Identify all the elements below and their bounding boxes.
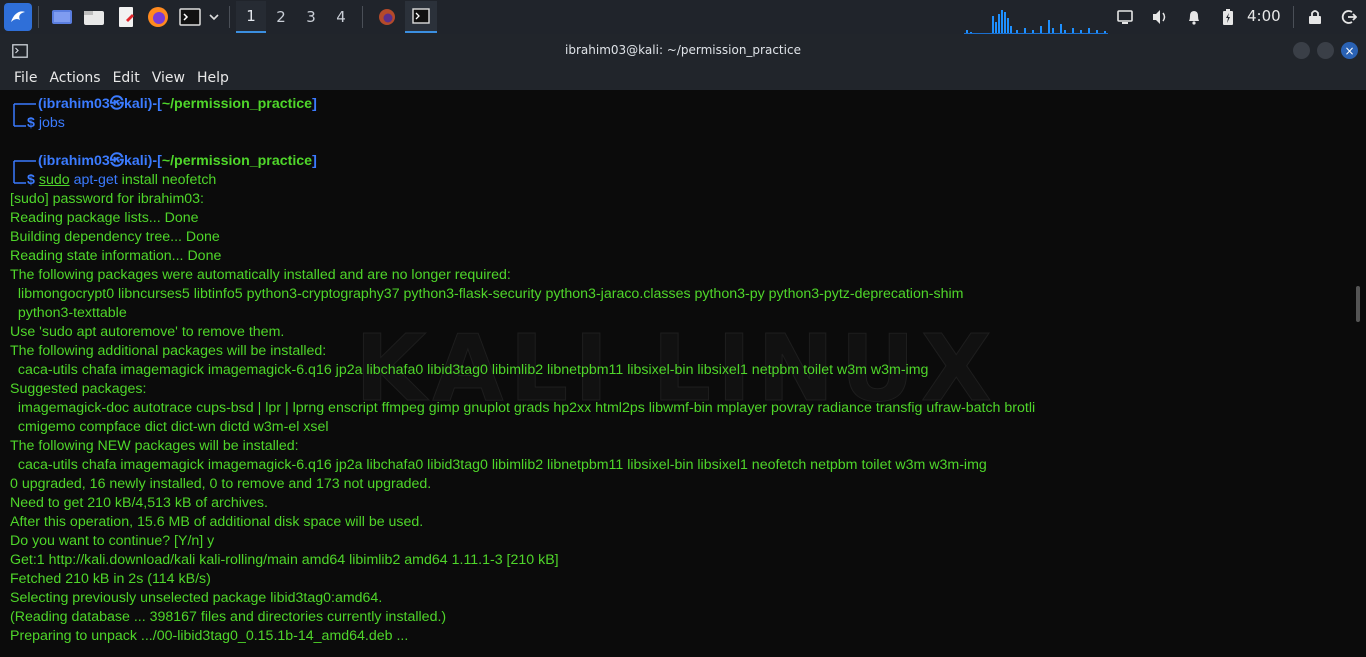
notifications-bell-icon[interactable]	[1184, 7, 1204, 27]
prompt-paren: )-[	[147, 153, 162, 169]
prompt-at: ㉿	[109, 153, 124, 169]
prompt-host: kali	[123, 153, 148, 169]
window-title: ibrahim03@kali: ~/permission_practice	[565, 43, 801, 57]
prompt-user: ibrahim03	[42, 96, 110, 112]
window-titlebar[interactable]: ibrahim03@kali: ~/permission_practice ×	[0, 34, 1366, 66]
command-sudo: sudo	[38, 172, 70, 188]
volume-icon[interactable]	[1150, 7, 1170, 27]
output-line: imagemagick-doc autotrace cups-bsd | lpr…	[10, 400, 1036, 416]
command-text: jobs	[38, 115, 65, 131]
output-line: Suggested packages:	[10, 381, 147, 397]
close-button[interactable]: ×	[1341, 42, 1358, 59]
workspace-2[interactable]: 2	[266, 1, 296, 33]
workspace-3[interactable]: 3	[296, 1, 326, 33]
panel-separator	[38, 6, 39, 28]
output-line: caca-utils chafa imagemagick imagemagick…	[10, 362, 929, 378]
menu-edit[interactable]: Edit	[113, 70, 140, 86]
prompt-at: ㉿	[109, 96, 124, 112]
minimize-button[interactable]	[1293, 42, 1310, 59]
workspace-1[interactable]: 1	[236, 1, 266, 33]
output-line: Do you want to continue? [Y/n] y	[10, 533, 215, 549]
output-line: Fetched 210 kB in 2s (114 kB/s)	[10, 571, 211, 587]
output-line: The following NEW packages will be insta…	[10, 438, 299, 454]
panel-separator	[1293, 6, 1294, 28]
cpu-graph-icon[interactable]	[964, 6, 1108, 34]
text-editor-icon[interactable]	[111, 2, 141, 32]
chevron-down-icon[interactable]	[205, 2, 223, 32]
menu-view[interactable]: View	[152, 70, 185, 86]
output-line: Preparing to unpack .../00-libid3tag0_0.…	[10, 628, 409, 644]
output-line: Reading package lists... Done	[10, 210, 199, 226]
output-line: (Reading database ... 398167 files and d…	[10, 609, 447, 625]
file-manager-icon[interactable]	[79, 2, 109, 32]
command-line: $ jobs	[27, 114, 65, 133]
panel-separator	[362, 6, 363, 28]
output-line: Use 'sudo apt autoremove' to remove them…	[10, 324, 285, 340]
terminal-task-button[interactable]	[405, 1, 437, 33]
logout-icon[interactable]	[1339, 7, 1359, 27]
display-icon[interactable]	[1115, 7, 1135, 27]
prompt-host: kali	[123, 96, 148, 112]
output-line: [sudo] password for ibrahim03:	[10, 191, 204, 207]
prompt-user: ibrahim03	[42, 153, 110, 169]
prompt-line: (ibrahim03㉿kali)-[~/permission_practice]	[38, 152, 317, 171]
output-line: Need to get 210 kB/4,513 kB of archives.	[10, 495, 268, 511]
terminal-view[interactable]: KALI LINUX (ibrahim03㉿kali)-[~/permissio…	[0, 90, 1366, 657]
top-panel: 1 2 3 4 4:00	[0, 0, 1366, 34]
scrollbar[interactable]	[1356, 286, 1360, 322]
menu-actions[interactable]: Actions	[49, 70, 100, 86]
output-line: The following additional packages will b…	[10, 343, 327, 359]
output-line: Get:1 http://kali.download/kali kali-rol…	[10, 552, 559, 568]
clock[interactable]: 4:00	[1247, 7, 1281, 25]
prompt-dollar: $	[27, 115, 35, 131]
menu-file[interactable]: File	[14, 70, 37, 86]
prompt-paren: ]	[312, 153, 317, 169]
output-line: caca-utils chafa imagemagick imagemagick…	[10, 457, 987, 473]
prompt-dollar: $	[27, 172, 35, 188]
firefox-task-button[interactable]	[371, 1, 403, 33]
prompt-line: (ibrahim03㉿kali)-[~/permission_practice]	[38, 95, 317, 114]
command-apt: apt-get	[73, 172, 118, 188]
workspace-4[interactable]: 4	[326, 1, 356, 33]
output-line: Building dependency tree... Done	[10, 229, 220, 245]
prompt-paren: ]	[312, 96, 317, 112]
kali-menu-icon[interactable]	[4, 3, 32, 31]
output-line: After this operation, 15.6 MB of additio…	[10, 514, 424, 530]
prompt-path: ~/permission_practice	[161, 96, 313, 112]
output-line: The following packages were automaticall…	[10, 267, 511, 283]
prompt-paren: )-[	[147, 96, 162, 112]
battery-icon[interactable]	[1218, 7, 1238, 27]
lock-screen-icon[interactable]	[1305, 7, 1325, 27]
output-line: Reading state information... Done	[10, 248, 222, 264]
command-args: install neofetch	[117, 172, 217, 188]
output-line: cmigemo compface dict dict-wn dictd w3m-…	[10, 419, 329, 435]
maximize-button[interactable]	[1317, 42, 1334, 59]
menu-help[interactable]: Help	[197, 70, 229, 86]
terminal-launcher-icon[interactable]	[175, 2, 205, 32]
prompt-path: ~/permission_practice	[161, 153, 313, 169]
show-desktop-icon[interactable]	[47, 2, 77, 32]
menu-bar: File Actions Edit View Help	[0, 66, 1366, 90]
output-line: libmongocrypt0 libncurses5 libtinfo5 pyt…	[10, 286, 964, 302]
output-line: python3-texttable	[10, 305, 127, 321]
firefox-icon[interactable]	[143, 2, 173, 32]
panel-separator	[229, 6, 230, 28]
output-line: 0 upgraded, 16 newly installed, 0 to rem…	[10, 476, 432, 492]
command-line: $ sudo apt-get install neofetch	[27, 171, 216, 190]
output-line: Selecting previously unselected package …	[10, 590, 383, 606]
